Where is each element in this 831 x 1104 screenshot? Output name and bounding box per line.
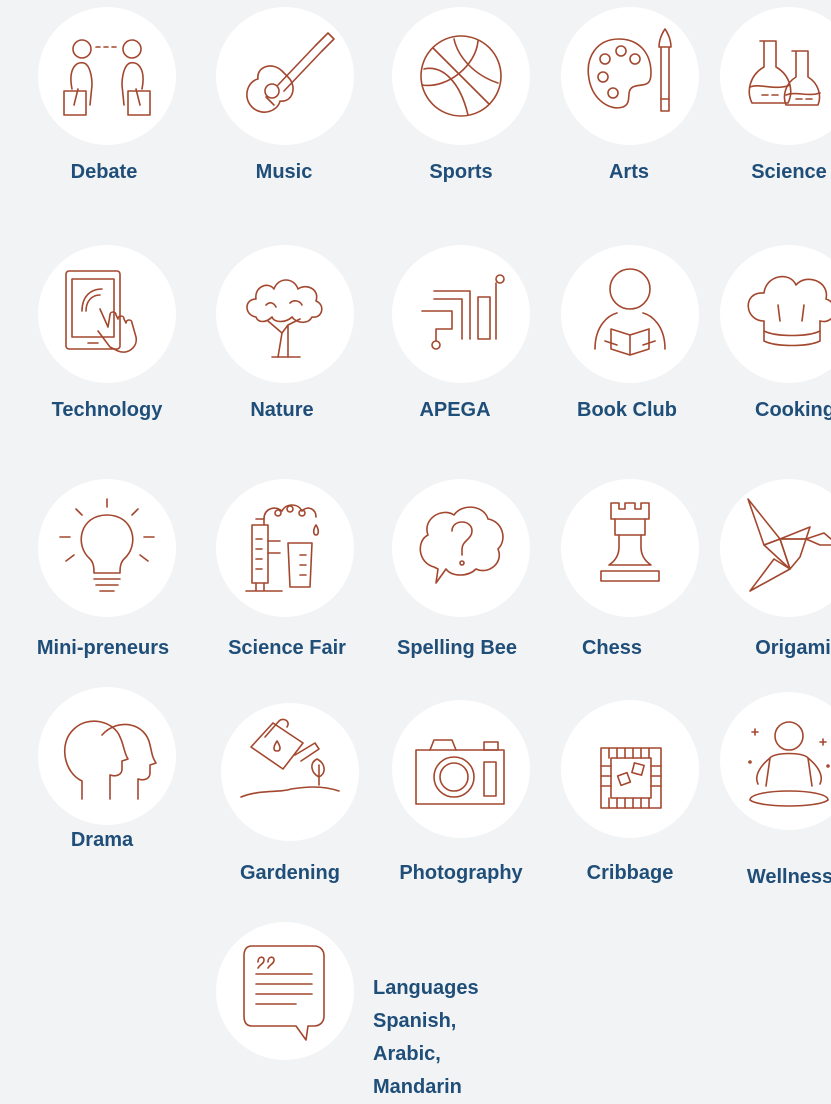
languages-title: Languages xyxy=(373,977,479,999)
lightbulb-icon xyxy=(38,479,176,617)
watering-can-icon xyxy=(221,703,359,841)
camera-icon xyxy=(392,700,530,838)
activity-label: Book Club xyxy=(577,399,677,421)
chess-rook-icon xyxy=(561,479,699,617)
activity-label: Technology xyxy=(51,399,163,421)
activity-label: Science Fair xyxy=(228,637,346,659)
activity-label: Chess xyxy=(581,637,643,659)
tablet-touch-icon xyxy=(38,245,176,383)
activity-label: Photography xyxy=(399,862,523,884)
circuit-icon xyxy=(392,245,530,383)
debate-icon xyxy=(38,7,176,145)
activity-label: Arts xyxy=(608,161,649,183)
flask-icon xyxy=(720,7,831,145)
question-bubble-icon xyxy=(392,479,530,617)
activity-label: Mini-preneurs xyxy=(36,637,170,659)
activity-label: Gardening xyxy=(239,862,340,884)
activity-label: Debate xyxy=(70,161,138,183)
activity-label: Sports xyxy=(429,161,493,183)
activity-label: Music xyxy=(255,161,313,183)
activity-label: Spelling Bee xyxy=(396,637,518,659)
meditation-icon xyxy=(720,692,831,830)
palette-icon xyxy=(561,7,699,145)
board-game-icon xyxy=(561,700,699,838)
activity-label: Cribbage xyxy=(586,862,674,884)
heads-icon xyxy=(38,687,176,825)
origami-bird-icon xyxy=(720,479,831,617)
activity-label: Science xyxy=(751,161,827,183)
basketball-icon xyxy=(392,7,530,145)
activity-label: Cooking xyxy=(755,399,831,421)
guitar-icon xyxy=(216,7,354,145)
lab-equipment-icon xyxy=(216,479,354,617)
activity-label: Nature xyxy=(250,399,314,421)
activity-label: APEGA xyxy=(419,399,491,421)
activity-label: Wellness xyxy=(746,866,831,888)
speech-bubble-icon xyxy=(216,922,354,1060)
tree-icon xyxy=(216,245,354,383)
activity-label: Origami xyxy=(755,637,831,659)
reader-icon xyxy=(561,245,699,383)
languages-list: Spanish, Arabic, Mandarin xyxy=(373,1010,462,1098)
activity-label: Drama xyxy=(70,829,134,851)
chef-hat-icon xyxy=(720,245,831,383)
